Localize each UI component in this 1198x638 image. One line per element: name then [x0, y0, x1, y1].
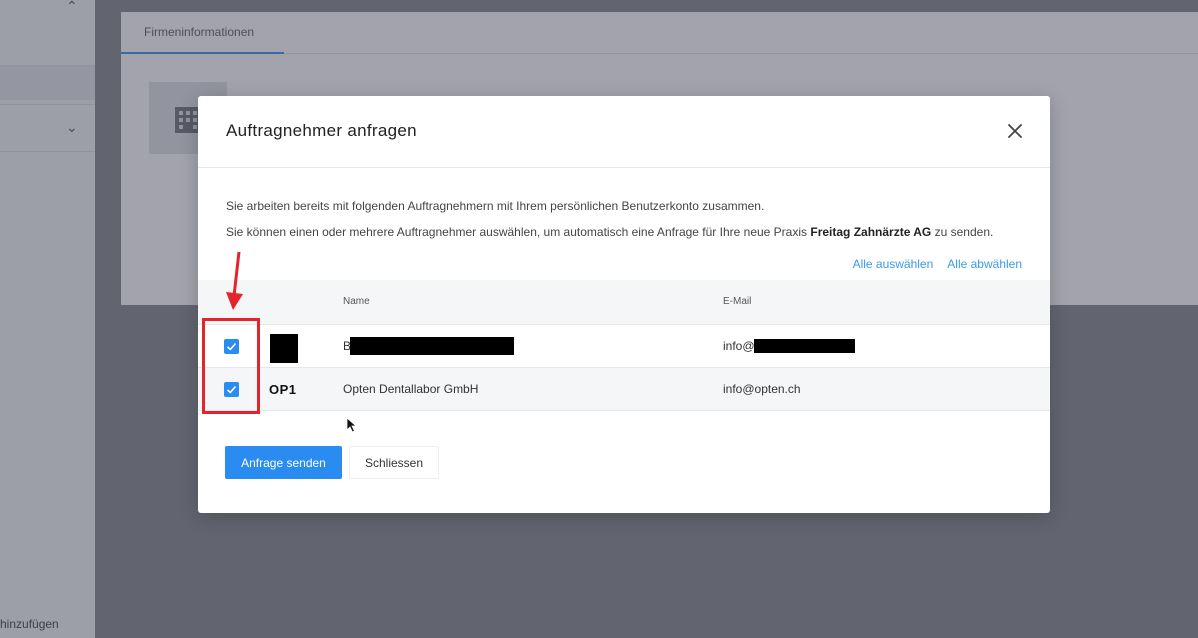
dialog-title: Auftragnehmer anfragen: [226, 121, 417, 140]
annotation-highlight-box: [202, 318, 260, 414]
table-header: Name E-Mail: [198, 280, 1050, 325]
table-row[interactable]: B info@: [198, 325, 1050, 368]
description-text: Sie können einen oder mehrere Auftragneh…: [226, 225, 811, 239]
deselect-all-link[interactable]: Alle abwählen: [947, 257, 1022, 271]
description-text-end: zu senden.: [931, 225, 994, 239]
contractor-logo: OP1: [269, 382, 297, 397]
mouse-cursor-icon: [346, 417, 358, 433]
contractor-email: info@: [723, 339, 755, 353]
dialog-header: Auftragnehmer anfragen: [198, 96, 1050, 168]
description-line-1: Sie arbeiten bereits mit folgenden Auftr…: [226, 199, 765, 213]
redaction-bar: [350, 337, 514, 355]
select-all-link[interactable]: Alle auswählen: [853, 257, 934, 271]
redaction-bar: [754, 339, 855, 353]
practice-name: Freitag Zahnärzte AG: [810, 225, 932, 239]
contractor-name: Opten Dentallabor GmbH: [343, 382, 479, 396]
close-button[interactable]: Schliessen: [349, 446, 439, 479]
description-line-2: Sie können einen oder mehrere Auftragneh…: [226, 225, 993, 239]
contractor-logo: [270, 334, 298, 363]
column-header-name: Name: [343, 296, 370, 307]
contractors-table: Name E-Mail B info@ OP1 Opten Dentallabo…: [198, 280, 1050, 411]
close-icon[interactable]: [1006, 122, 1024, 140]
contractor-email: info@opten.ch: [723, 382, 801, 396]
selection-links: Alle auswählen Alle abwählen: [853, 257, 1022, 271]
column-header-email: E-Mail: [723, 296, 752, 307]
send-request-button[interactable]: Anfrage senden: [225, 446, 342, 479]
annotation-arrow-icon: [226, 251, 243, 310]
request-contractors-dialog: Auftragnehmer anfragen Sie arbeiten bere…: [198, 96, 1050, 513]
table-row[interactable]: OP1 Opten Dentallabor GmbH info@opten.ch: [198, 368, 1050, 411]
